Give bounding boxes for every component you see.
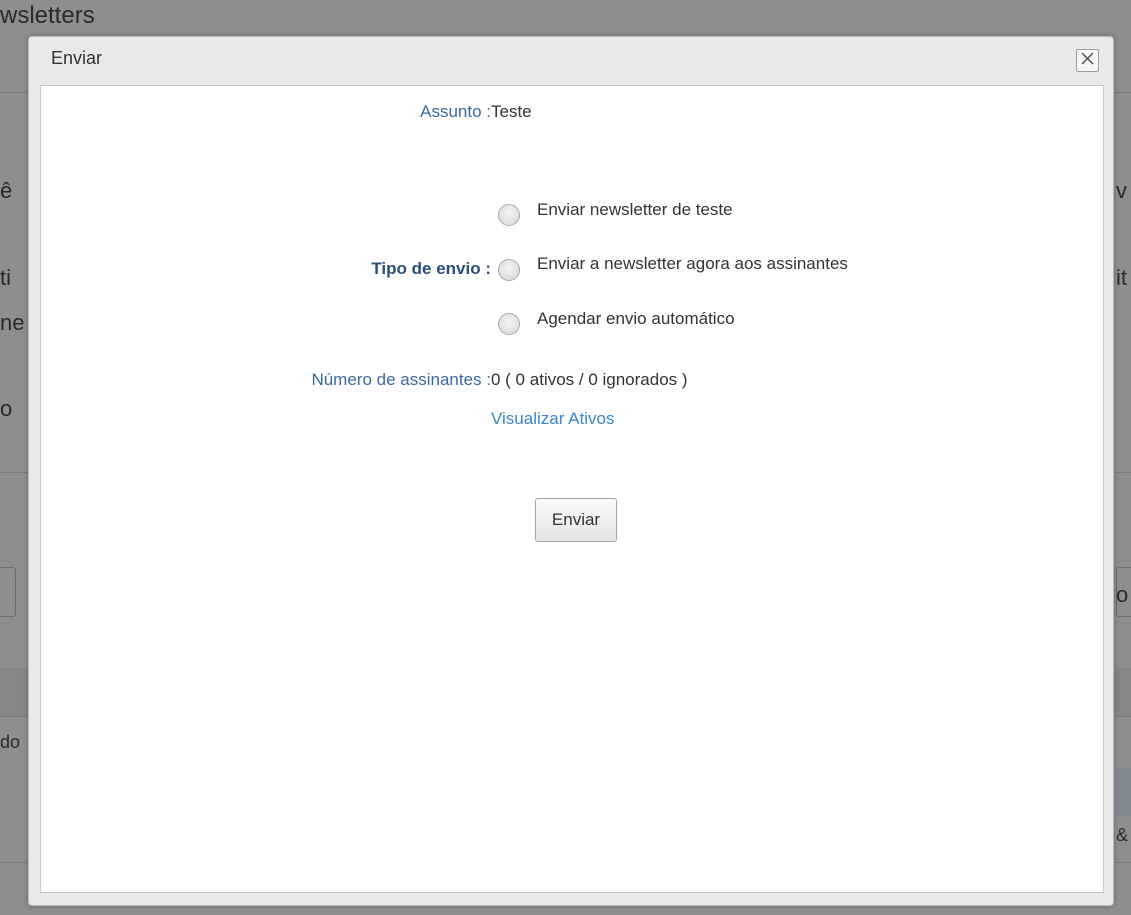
subject-value: Teste <box>491 102 532 121</box>
send-dialog: Enviar Assunto : Teste Tipo de envio : E… <box>28 36 1114 906</box>
background-text-fragment: ê <box>0 178 13 203</box>
background-text-fragment: do <box>0 732 21 752</box>
background-text-fragment: ti <box>0 265 11 290</box>
background-text-fragment: o <box>0 396 13 421</box>
background-input <box>0 567 16 617</box>
subscribers-count: 0 ( 0 ativos / 0 ignorados ) <box>491 370 688 389</box>
background-text-fragment: it <box>1116 265 1127 290</box>
radio-schedule-label[interactable]: Agendar envio automático <box>537 309 735 329</box>
background-text-fragment: ne <box>0 310 25 335</box>
close-icon <box>1081 51 1094 70</box>
radio-send-now-label[interactable]: Enviar a newsletter agora aos assinantes <box>537 254 848 274</box>
radio-send-now[interactable] <box>498 259 520 281</box>
radio-schedule[interactable] <box>498 313 520 335</box>
subject-label: Assunto : <box>420 102 491 121</box>
dialog-body: Assunto : Teste Tipo de envio : Enviar n… <box>40 85 1104 893</box>
close-button[interactable] <box>1076 49 1099 72</box>
background-page-title: wsletters <box>0 2 95 29</box>
radio-send-test[interactable] <box>498 204 520 226</box>
subscribers-label: Número de assinantes : <box>311 370 491 389</box>
dialog-title: Enviar <box>51 48 103 68</box>
background-input <box>1116 567 1131 617</box>
view-active-link[interactable]: Visualizar Ativos <box>491 409 614 429</box>
background-table-row <box>1116 768 1131 816</box>
background-text-fragment: v <box>1116 178 1127 203</box>
dialog-titlebar[interactable]: Enviar <box>29 37 1113 85</box>
background-text-fragment: & <box>1116 825 1129 845</box>
send-type-label: Tipo de envio : <box>371 259 491 278</box>
send-button[interactable]: Enviar <box>535 498 617 542</box>
radio-send-test-label[interactable]: Enviar newsletter de teste <box>537 200 733 220</box>
